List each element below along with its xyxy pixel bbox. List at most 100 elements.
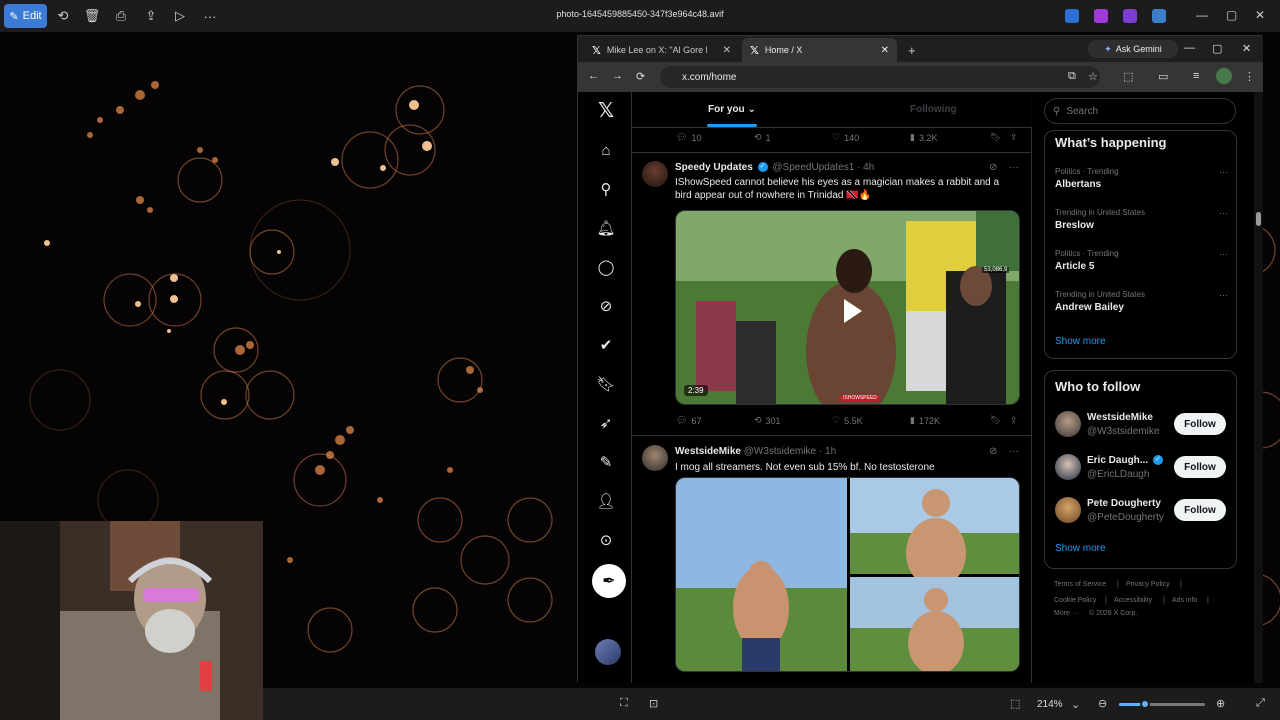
maximize-icon[interactable]: ▢ bbox=[1212, 42, 1222, 55]
grok-post-icon[interactable]: ⊘ bbox=[989, 446, 997, 457]
delete-icon[interactable]: 🗑 bbox=[80, 4, 104, 28]
install-app-icon[interactable]: ⧉ bbox=[1068, 70, 1076, 83]
zoom-level[interactable]: 214% bbox=[1037, 699, 1063, 710]
account-avatar[interactable] bbox=[595, 639, 621, 665]
share-button[interactable]: ⇪ bbox=[1010, 415, 1018, 426]
trend-more-icon[interactable]: ··· bbox=[1219, 249, 1228, 259]
search-icon[interactable]: ⚲ bbox=[596, 179, 616, 199]
tab-for-you[interactable]: For you ⌄ bbox=[708, 104, 756, 115]
new-tab-button[interactable]: + bbox=[900, 38, 924, 62]
post-image-grid[interactable] bbox=[675, 477, 1020, 672]
url-field[interactable]: x.com/home bbox=[660, 66, 1100, 88]
slideshow-icon[interactable]: ▷ bbox=[168, 4, 192, 28]
fullscreen-icon[interactable]: ⤢ bbox=[1256, 697, 1265, 710]
tray-app-icon[interactable] bbox=[1065, 9, 1079, 23]
rotate-icon[interactable]: ⟲ bbox=[51, 4, 75, 28]
post-more-icon[interactable]: ··· bbox=[1009, 162, 1019, 173]
close-icon[interactable]: ✕ bbox=[1255, 8, 1265, 22]
minimize-icon[interactable]: — bbox=[1184, 42, 1195, 54]
follow-button[interactable]: Follow bbox=[1174, 499, 1226, 521]
back-icon[interactable]: ← bbox=[588, 70, 599, 82]
suggestion-avatar[interactable] bbox=[1055, 454, 1081, 480]
fit-to-window-icon[interactable]: ⬚ bbox=[1010, 697, 1020, 710]
post-time[interactable]: · 4h bbox=[857, 162, 874, 173]
profile-icon[interactable]: 👤︎ bbox=[596, 491, 616, 511]
suggestion-avatar[interactable] bbox=[1055, 497, 1081, 523]
home-icon[interactable]: ⌂ bbox=[596, 140, 616, 160]
author-handle[interactable]: @W3stsidemike bbox=[744, 446, 816, 457]
footer-terms[interactable]: Terms of Service bbox=[1054, 581, 1106, 588]
share-icon[interactable]: ⇪ bbox=[139, 4, 163, 28]
forward-icon[interactable]: → bbox=[612, 70, 623, 82]
messages-icon[interactable]: ◯ bbox=[596, 257, 616, 277]
reply-button[interactable]: 💬︎ 10 bbox=[676, 132, 701, 143]
post-video[interactable]: 2:39 53,086,9 ISHOWSPEED bbox=[675, 210, 1020, 405]
search-input[interactable]: ⚲ Search bbox=[1044, 98, 1236, 124]
grok-post-icon[interactable]: ⊘ bbox=[989, 162, 997, 173]
zoom-dropdown-icon[interactable]: ⌄ bbox=[1071, 698, 1080, 711]
footer-ads[interactable]: Ads info bbox=[1172, 597, 1197, 604]
repost-button[interactable]: ⟲ 1 bbox=[754, 132, 771, 143]
split-view-icon[interactable]: ▭ bbox=[1158, 70, 1168, 83]
maximize-icon[interactable]: ▢ bbox=[1226, 8, 1237, 22]
views-button[interactable]: ▮ 172K bbox=[910, 415, 940, 426]
bookmark-star-icon[interactable]: ☆ bbox=[1088, 70, 1098, 83]
reply-button[interactable]: 💬︎ 67 bbox=[676, 415, 701, 426]
like-button[interactable]: ♡ 140 bbox=[832, 132, 859, 143]
show-more-link[interactable]: Show more bbox=[1055, 543, 1106, 554]
close-icon[interactable]: ✕ bbox=[1242, 42, 1251, 55]
bookmarks-icon[interactable]: 🔖︎ bbox=[596, 374, 616, 394]
show-more-link[interactable]: Show more bbox=[1055, 336, 1106, 347]
x-logo-icon[interactable]: 𝕏 bbox=[596, 100, 616, 122]
ask-gemini-button[interactable]: ✦ Ask Gemini bbox=[1088, 40, 1178, 58]
post-avatar[interactable] bbox=[642, 161, 668, 187]
articles-icon[interactable]: ✎ bbox=[596, 452, 616, 472]
minimize-icon[interactable]: — bbox=[1196, 8, 1208, 22]
close-tab-icon[interactable]: ✕ bbox=[723, 45, 731, 56]
suggestion-avatar[interactable] bbox=[1055, 411, 1081, 437]
share-button[interactable]: ⇪ bbox=[1010, 132, 1018, 143]
author-name[interactable]: Speedy Updates bbox=[675, 162, 753, 173]
author-name[interactable]: WestsideMike bbox=[675, 446, 741, 457]
jobs-rocket-icon[interactable]: ➶ bbox=[596, 413, 616, 433]
more-options-icon[interactable]: ··· bbox=[198, 4, 222, 28]
zoom-out-icon[interactable]: ⊖ bbox=[1098, 697, 1107, 710]
reload-icon[interactable]: ⟳ bbox=[636, 70, 645, 83]
post-westsidemike[interactable]: WestsideMike @W3stsidemike · 1h ⊘ ··· I … bbox=[632, 437, 1032, 683]
trend-more-icon[interactable]: ··· bbox=[1219, 208, 1228, 218]
footer-privacy[interactable]: Privacy Policy bbox=[1126, 581, 1170, 588]
post-button[interactable]: ✒ bbox=[592, 564, 626, 598]
visual-search-icon[interactable]: ⛶ bbox=[620, 697, 628, 710]
follow-button[interactable]: Follow bbox=[1174, 456, 1226, 478]
reading-list-icon[interactable]: ≡ bbox=[1193, 70, 1199, 82]
views-button[interactable]: ▮ 3.2K bbox=[910, 132, 937, 143]
extensions-icon[interactable]: ⬚ bbox=[1123, 70, 1133, 83]
verified-icon[interactable]: ✔ bbox=[596, 335, 616, 355]
trend-more-icon[interactable]: ··· bbox=[1219, 290, 1228, 300]
scrollbar-thumb[interactable] bbox=[1256, 212, 1261, 226]
bookmark-button[interactable]: 🔖︎ bbox=[990, 132, 1001, 143]
tab-home-x[interactable]: 𝕏 Home / X ✕ bbox=[742, 38, 897, 62]
like-button[interactable]: ♡ 5.5K bbox=[832, 415, 863, 426]
post-speedy-updates[interactable]: Speedy Updates ✓ @SpeedUpdates1 · 4h ⊘ ·… bbox=[632, 153, 1032, 436]
footer-accessibility[interactable]: Accessibility bbox=[1114, 597, 1152, 604]
print-icon[interactable]: ⎙ bbox=[109, 4, 133, 28]
edit-button[interactable]: ✎ Edit bbox=[4, 4, 47, 28]
grok-icon[interactable]: ⊘ bbox=[596, 296, 616, 316]
post-more-icon[interactable]: ··· bbox=[1009, 446, 1019, 457]
notifications-icon[interactable]: 🔔︎ bbox=[596, 218, 616, 238]
post-time[interactable]: · 1h bbox=[819, 446, 836, 457]
tray-app-icon[interactable] bbox=[1123, 9, 1137, 23]
repost-button[interactable]: ⟲ 301 bbox=[754, 415, 781, 426]
tray-app-icon[interactable] bbox=[1152, 9, 1166, 23]
footer-more[interactable]: More ··· bbox=[1054, 610, 1079, 617]
tab-following[interactable]: Following bbox=[910, 104, 957, 115]
text-extract-icon[interactable]: ⊡ bbox=[649, 697, 658, 710]
bookmark-button[interactable]: 🔖︎ bbox=[990, 415, 1001, 426]
tray-app-icon[interactable] bbox=[1094, 9, 1108, 23]
author-handle[interactable]: @SpeedUpdates1 bbox=[772, 162, 854, 173]
trend-more-icon[interactable]: ··· bbox=[1219, 167, 1228, 177]
close-tab-icon[interactable]: ✕ bbox=[881, 45, 889, 56]
more-icon[interactable]: ⊙ bbox=[596, 530, 616, 550]
zoom-in-icon[interactable]: ⊕ bbox=[1216, 697, 1225, 710]
